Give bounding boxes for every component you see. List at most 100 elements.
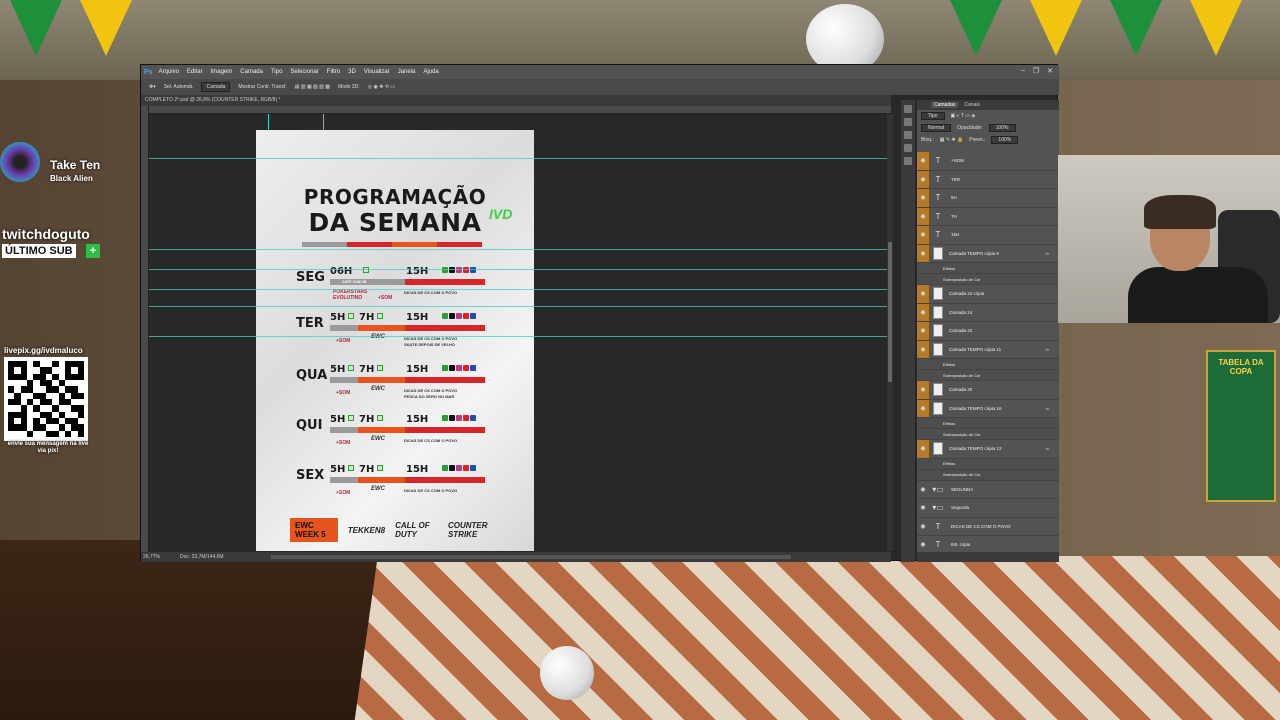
wooden-table <box>0 540 381 720</box>
vertical-scrollbar[interactable] <box>887 114 893 551</box>
brush-preset-icon[interactable] <box>904 118 912 126</box>
restore-icon[interactable]: ❐ <box>1033 67 1039 75</box>
layer-row[interactable]: Sobreposição de Cor <box>917 370 1059 381</box>
fx-icon[interactable]: fx <box>1046 406 1049 411</box>
visibility-eye-icon[interactable]: ◉ <box>917 309 929 316</box>
layer-row[interactable]: ◉ T TER <box>917 170 1059 189</box>
auto-select-dropdown[interactable]: Camada <box>201 82 231 92</box>
visibility-eye-icon[interactable]: ◉ <box>917 405 929 412</box>
layer-row[interactable]: ◉ ▾▭ SEGUNDA <box>917 480 1059 499</box>
visibility-eye-icon[interactable]: ◉ <box>917 386 929 393</box>
scrollbar-thumb[interactable] <box>888 242 892 382</box>
som-logo: +SOM <box>336 390 351 396</box>
fx-icon[interactable]: fx <box>1046 251 1049 256</box>
visibility-eye-icon[interactable]: ◉ <box>917 523 929 530</box>
bunting-flag <box>10 0 62 56</box>
visibility-eye-icon[interactable]: ◉ <box>917 486 929 493</box>
3d-tools-icons[interactable]: ◎ ◉ ✥ ⟲ ▭ <box>368 84 395 90</box>
layer-row[interactable]: ◉ Camada TEMPO cópia 9 fx <box>917 244 1059 263</box>
layer-row[interactable]: ◉ T 5H <box>917 189 1059 208</box>
layer-row[interactable]: ◉ Camada TEMPO cópia 11 fx <box>917 340 1059 359</box>
layer-row[interactable]: ◉ Camada TEMPO cópia 12 fx <box>917 440 1059 459</box>
filter-icons[interactable]: ▣ ◐ T ▭ ◈ <box>951 113 976 119</box>
align-icons[interactable]: ▤ ▥ ▦ ▧ ▨ ▩ <box>295 84 330 90</box>
menu-arquivo[interactable]: Arquivo <box>159 69 179 75</box>
layer-row[interactable]: ◉ Camada TEMPO cópia 16 fx <box>917 399 1059 418</box>
schedule-bar <box>358 325 405 331</box>
menu-visualizar[interactable]: Visualizar <box>364 69 390 75</box>
layer-row[interactable]: Efeitos <box>917 359 1059 370</box>
visibility-eye-icon[interactable]: ◉ <box>917 194 929 201</box>
menu-selecionar[interactable]: Selecionar <box>290 69 318 75</box>
visibility-eye-icon[interactable]: ◉ <box>917 541 929 548</box>
visibility-eye-icon[interactable]: ◉ <box>917 327 929 334</box>
visibility-eye-icon[interactable]: ◉ <box>917 231 929 238</box>
time-slot: 5H <box>330 364 346 375</box>
menu-imagem[interactable]: Imagem <box>211 69 233 75</box>
menu-editar[interactable]: Editar <box>187 69 203 75</box>
layer-row[interactable]: ◉ T +SOM <box>917 152 1059 171</box>
layer-row[interactable]: ◉ Camada 24 cópia <box>917 285 1059 304</box>
history-icon[interactable] <box>904 105 912 113</box>
visibility-eye-icon[interactable]: ◉ <box>917 290 929 297</box>
layer-row[interactable]: ◉ ▾▭ Segunda <box>917 499 1059 518</box>
layer-row[interactable]: Efeitos <box>917 263 1059 274</box>
layer-row[interactable]: ◉ T IML cópia <box>917 536 1059 552</box>
layer-row[interactable]: ◉ Camada 20 <box>917 381 1059 400</box>
zoom-level[interactable]: 26,77% <box>143 554 160 560</box>
esports-icon <box>470 267 476 273</box>
visibility-eye-icon[interactable]: ◉ <box>917 346 929 353</box>
canvas-area[interactable]: PROGRAMAÇÃO DA SEMANA IVD SEG 06H 15H CAFÉ … <box>149 114 887 551</box>
menu-camada[interactable]: Camada <box>240 69 263 75</box>
layer-row[interactable]: ◉ T DICAS DE CS COM O POVO <box>917 517 1059 536</box>
tool-preset-icon[interactable] <box>904 157 912 165</box>
fx-icon[interactable]: fx <box>1046 347 1049 352</box>
layer-row[interactable]: Sobreposição de Cor <box>917 469 1059 481</box>
layer-row[interactable]: ◉ Camada 24 <box>917 303 1059 322</box>
document-tab[interactable]: COMPLETO 2º.psd @ 26,8% (COUNTER STRIKE,… <box>141 95 891 106</box>
menu-janela[interactable]: Janela <box>398 69 416 75</box>
fill-input[interactable]: 100% <box>991 136 1019 144</box>
tab-camadas[interactable]: Camadas <box>931 102 959 108</box>
layer-row[interactable]: Efeitos <box>917 458 1059 470</box>
tab-canais[interactable]: Canais <box>964 102 980 108</box>
filter-kind-dropdown[interactable]: Tipo <box>921 112 945 120</box>
visibility-eye-icon[interactable]: ◉ <box>917 176 929 183</box>
layer-row[interactable]: Sobreposição de Cor <box>917 274 1059 285</box>
move-tool-icon[interactable]: ✥▾ <box>149 84 156 90</box>
layer-name: Segunda <box>951 505 970 511</box>
layer-row[interactable]: Efeitos <box>917 418 1059 429</box>
menu-ajuda[interactable]: Ajuda <box>423 69 438 75</box>
opacity-input[interactable]: 100% <box>988 124 1016 132</box>
paragraph-icon[interactable] <box>904 144 912 152</box>
lock-icons[interactable]: ▦ ✎ ✥ 🔒 <box>940 137 964 143</box>
menu-filtro[interactable]: Filtro <box>327 69 340 75</box>
layer-row[interactable]: ◉ Camada 22 <box>917 322 1059 341</box>
menu-3d[interactable]: 3D <box>348 69 356 75</box>
close-icon[interactable]: ✕ <box>1047 67 1053 75</box>
minimize-icon[interactable]: – <box>1021 67 1025 75</box>
layer-row[interactable]: ◉ T 7H <box>917 207 1059 226</box>
visibility-eye-icon[interactable]: ◉ <box>917 157 929 164</box>
schedule-poster[interactable]: PROGRAMAÇÃO DA SEMANA IVD SEG 06H 15H CAFÉ … <box>256 130 534 551</box>
visibility-eye-icon[interactable]: ◉ <box>917 445 929 452</box>
time-slot: 7H <box>359 414 375 425</box>
call-of-duty-logo: CALL OF DUTY <box>395 521 430 539</box>
visibility-eye-icon[interactable]: ◉ <box>917 250 929 257</box>
esports-icon <box>470 415 476 421</box>
ewc-logo: EWC <box>371 334 385 340</box>
show-transform-checkbox[interactable]: Mostrar Contr. Transf. <box>238 84 286 90</box>
layer-name: Camada TEMPO cópia 16 <box>949 405 1002 411</box>
auto-select-checkbox[interactable]: Sel. Automát. <box>164 84 194 90</box>
horizontal-scrollbar[interactable] <box>271 555 791 559</box>
blend-mode-dropdown[interactable]: Normal <box>921 124 952 132</box>
doc-size: Doc: 23,7M/144,6M <box>179 554 224 560</box>
fx-icon[interactable]: fx <box>1046 446 1049 451</box>
menu-tipo[interactable]: Tipo <box>271 69 282 75</box>
character-icon[interactable] <box>904 131 912 139</box>
platform-icon <box>348 313 354 319</box>
layer-row[interactable]: ◉ T 15H <box>917 226 1059 245</box>
layer-row[interactable]: Sobreposição de Cor <box>917 429 1059 440</box>
visibility-eye-icon[interactable]: ◉ <box>917 504 929 511</box>
visibility-eye-icon[interactable]: ◉ <box>917 213 929 220</box>
